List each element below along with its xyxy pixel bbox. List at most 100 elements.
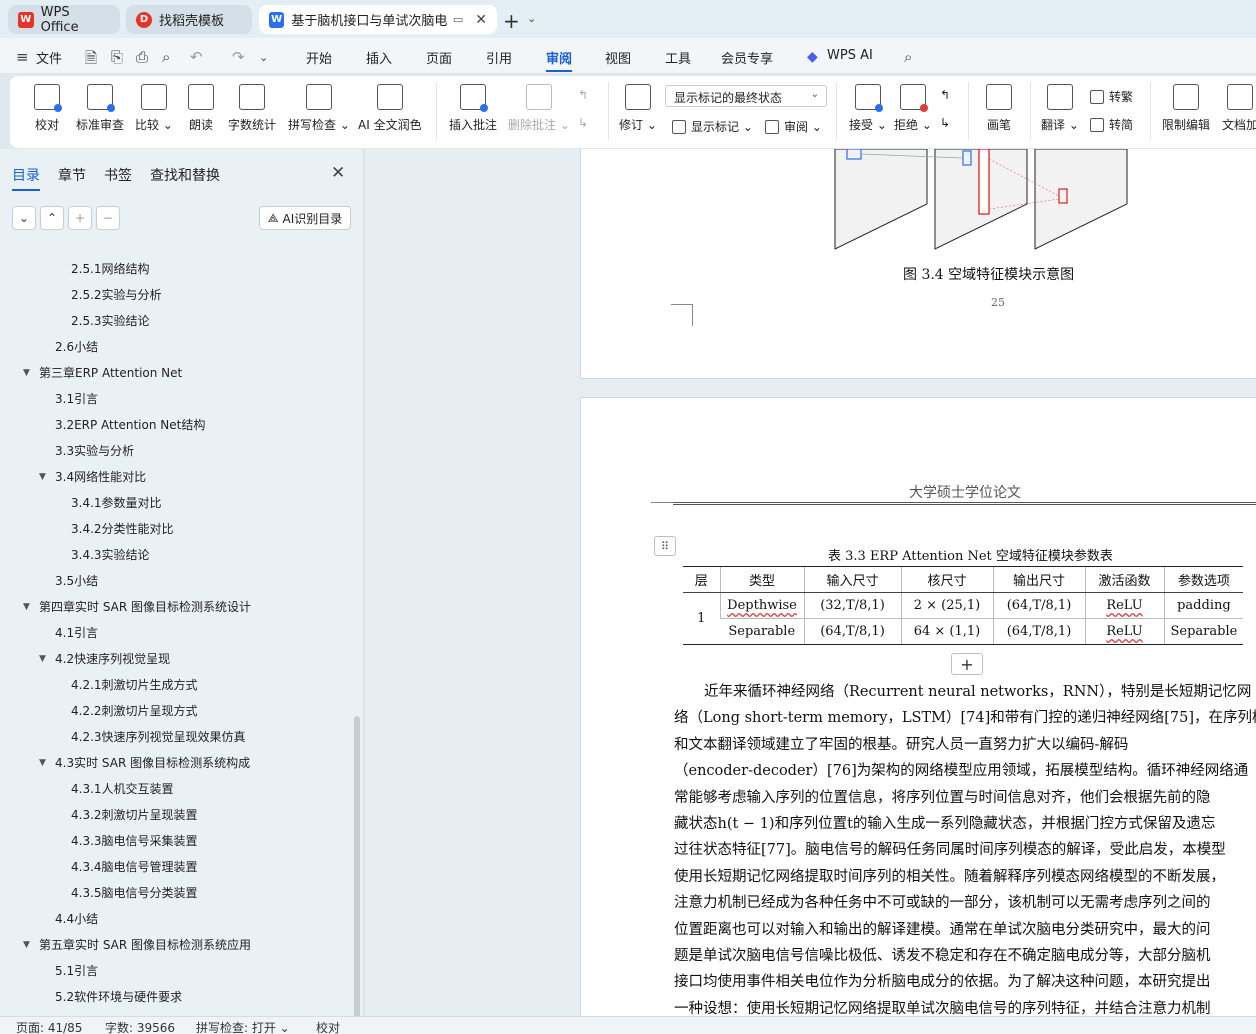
table-header-cell[interactable]: 输出尺寸 [992,566,1085,593]
accept-button[interactable]: 接受 ⌄ [849,84,887,133]
delete-comment-button[interactable]: 删除批注 ⌄ [508,84,570,133]
expand-triangle-icon[interactable]: ▼ [39,468,46,486]
insert-comment-button[interactable]: 插入批注 [449,84,497,133]
doc-protect-button[interactable]: 文档加 [1222,84,1256,133]
toc-item[interactable]: 3.3实验与分析 [55,442,134,460]
to-traditional-button[interactable]: 转繁 [1090,88,1133,105]
scrollbar[interactable] [354,716,360,1034]
table-cell[interactable]: 64 × (1,1) [900,618,993,645]
tab-toc[interactable]: 目录 [12,165,40,191]
table-cell[interactable]: (64,T/8,1) [992,592,1085,619]
toc-item[interactable]: 2.5.1网络结构 [71,260,150,278]
table-move-handle[interactable]: ⠿ [654,536,676,556]
table-cell[interactable]: 1 [683,592,720,645]
chevron-down-icon[interactable]: ⌄ [259,51,268,64]
table-cell[interactable]: Depthwise [719,592,804,619]
table-cell[interactable]: padding [1163,592,1244,619]
print-preview-icon[interactable]: ⌕ [162,48,170,66]
tab-wps-office[interactable]: W WPS Office [8,5,120,35]
prev-change-icon[interactable]: ↰ [940,88,950,102]
toc-item[interactable]: 3.2ERP Attention Net结构 [55,416,205,434]
table-cell[interactable]: (32,T/8,1) [803,592,901,619]
menu-review[interactable]: 审阅 [546,48,573,72]
table-header-cell[interactable]: 核尺寸 [900,566,993,593]
chevron-down-icon[interactable]: ⌄ [527,12,536,25]
toc-item[interactable]: 3.4.2分类性能对比 [71,520,174,538]
reject-button[interactable]: 拒绝 ⌄ [894,84,932,133]
toc-item[interactable]: 4.3.1人机交互装置 [71,780,174,798]
table-cell[interactable]: ReLU [1084,592,1164,619]
table-cell[interactable]: Separable [720,618,804,645]
proofread-button[interactable]: 校对 [34,84,62,133]
word-count-status[interactable]: 字数: 39566 [105,1019,175,1034]
add-heading-button[interactable]: + [68,206,92,230]
body-paragraph[interactable]: 近年来循环神经网络（Recurrent neural networks，RNN）… [674,679,1256,1016]
parameter-table[interactable]: 层 类型 输入尺寸 核尺寸 输出尺寸 激活函数 参数选项 1 Depthwise… [683,566,1244,645]
translate-button[interactable]: 翻译 ⌄ [1041,84,1079,133]
toc-item[interactable]: ▼ 第三章ERP Attention Net [23,364,182,382]
expand-triangle-icon[interactable]: ▼ [39,650,46,668]
redo-icon[interactable]: ↷ [232,48,245,66]
table-cell[interactable]: (64,T/8,1) [803,618,901,645]
toc-item[interactable]: 2.6小结 [55,338,98,356]
expand-triangle-icon[interactable]: ▼ [23,598,30,616]
toc-item[interactable]: 4.3.2刺激切片呈现装置 [71,806,198,824]
expand-down-button[interactable]: ⌄ [12,206,36,230]
menu-view[interactable]: 视图 [605,48,631,67]
table-header-cell[interactable]: 参数选项 [1163,566,1244,593]
page-indicator[interactable]: 页面: 41/85 [16,1019,82,1034]
toc-item[interactable]: ▼ 4.2快速序列视觉呈现 [39,650,170,668]
monitor-icon[interactable]: ▭ [453,13,463,26]
save-icon[interactable]: 🗎 [85,48,97,73]
restrict-edit-button[interactable]: 限制编辑 [1162,84,1210,133]
table-cell[interactable]: ReLU [1084,618,1164,645]
toc-item[interactable]: 3.5小结 [55,572,98,590]
table-header-cell[interactable]: 类型 [719,566,804,593]
markup-mode-select[interactable]: 显示标记的最终状态 ⌄ [665,85,827,107]
table-cell[interactable]: (64,T/8,1) [992,618,1085,645]
toc-item[interactable]: 2.5.2实验与分析 [71,286,162,304]
menu-wps-ai[interactable]: WPS AI [827,48,873,63]
toc-item[interactable]: ▼ 4.3实时 SAR 图像目标检测系统构成 [39,754,250,772]
expand-triangle-icon[interactable]: ▼ [23,936,30,954]
toc-item[interactable]: 5.1引言 [55,962,98,980]
toc-item[interactable]: 4.1引言 [55,624,98,642]
export-icon[interactable]: ⎘ [111,48,123,66]
toc-item[interactable]: 4.2.1刺激切片生成方式 [71,676,198,694]
show-markup-button[interactable]: 显示标记 ⌄ [672,118,753,135]
toc-item[interactable]: 3.4.1参数量对比 [71,494,162,512]
undo-icon[interactable]: ↶ [190,48,203,66]
ai-toc-button[interactable]: ⟁ AI识别目录 [259,206,351,230]
toc-item[interactable]: 3.1引言 [55,390,98,408]
tab-chapters[interactable]: 章节 [58,165,86,185]
close-tab-icon[interactable]: ✕ [475,12,487,28]
revise-button[interactable]: 修订 ⌄ [619,84,657,133]
add-row-button[interactable]: + [951,653,983,675]
toc-item[interactable]: 4.2.2刺激切片呈现方式 [71,702,198,720]
word-count-button[interactable]: 字数统计 [228,84,276,133]
menu-references[interactable]: 引用 [486,48,512,67]
toc-item[interactable]: ▼ 第四章实时 SAR 图像目标检测系统设计 [23,598,251,616]
new-tab-icon[interactable]: + [503,9,520,33]
print-icon[interactable]: ⎙ [136,48,148,66]
standard-review-button[interactable]: 标准审查 [76,84,124,133]
ai-polish-button[interactable]: AI 全文润色 [358,84,422,133]
close-icon[interactable]: ✕ [331,163,345,183]
review-pane-button[interactable]: 审阅 ⌄ [765,118,822,135]
spell-check-status[interactable]: 拼写检查: 打开 ⌄ [196,1019,290,1034]
toc-item[interactable]: 4.3.4脑电信号管理装置 [71,858,198,876]
toc-item[interactable]: 2.5.3实验结论 [71,312,150,330]
toc-item[interactable]: 5.2软件环境与硬件要求 [55,988,182,1006]
menu-tools[interactable]: 工具 [665,48,691,67]
table-cell[interactable]: 2 × (25,1) [900,592,993,619]
pen-button[interactable]: 画笔 [986,84,1012,133]
table-cell[interactable]: Separable [1163,618,1244,645]
menu-page[interactable]: 页面 [426,48,452,67]
toc-item[interactable]: 4.2.3快速序列视觉呈现效果仿真 [71,728,246,746]
tab-find-replace[interactable]: 查找和替换 [150,165,220,185]
read-aloud-button[interactable]: 朗读 [188,84,214,133]
toc-item[interactable]: ▼ 3.4网络性能对比 [39,468,146,486]
table-header-cell[interactable]: 输入尺寸 [803,566,901,593]
search-icon[interactable]: ⌕ [904,48,912,66]
prev-comment-icon[interactable]: ↰ [578,88,588,102]
